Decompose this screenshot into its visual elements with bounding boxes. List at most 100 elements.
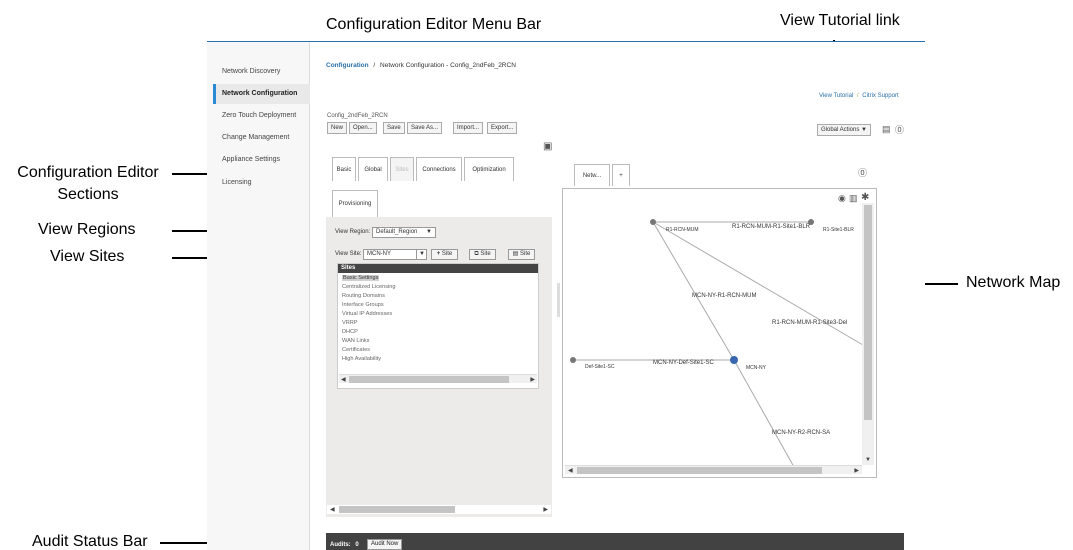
breadcrumb-configuration-link[interactable]: Configuration bbox=[326, 62, 369, 69]
clipboard-icon[interactable]: ▤ bbox=[882, 124, 891, 135]
map-link[interactable] bbox=[733, 359, 795, 468]
audit-label: Audits: 0 bbox=[330, 542, 359, 548]
import-button[interactable]: Import... bbox=[453, 122, 484, 134]
site-item-certificates[interactable]: Certificates bbox=[342, 347, 370, 353]
trash-icon: ▤ bbox=[512, 251, 519, 257]
help-separator: / bbox=[856, 93, 859, 99]
map-icon[interactable]: ▥ bbox=[849, 193, 858, 204]
map-link[interactable] bbox=[652, 221, 735, 361]
delete-site-button[interactable]: ▤ Site bbox=[508, 249, 535, 260]
editor-hscroll[interactable]: ◀ ▶ bbox=[327, 505, 551, 514]
map-node-primary[interactable] bbox=[730, 356, 738, 364]
tab-connections[interactable]: Connections bbox=[416, 157, 462, 181]
citrix-support-link[interactable]: Citrix Support bbox=[862, 93, 898, 99]
map-link-label: MCN-NY-Def-Site1-SC bbox=[653, 360, 714, 366]
add-map-tab-button[interactable]: + bbox=[612, 164, 630, 186]
map-node[interactable] bbox=[570, 357, 576, 363]
callout-sections: Configuration Editor Sections bbox=[8, 162, 168, 206]
site-item-wan-links[interactable]: WAN Links bbox=[342, 338, 369, 344]
global-actions-label: Global Actions bbox=[821, 127, 860, 133]
view-region-select[interactable]: Default_Region ▼ bbox=[372, 227, 436, 238]
map-link-label: MCN-NY-R2-RCN-SA bbox=[772, 430, 831, 436]
scroll-right-icon[interactable]: ▶ bbox=[854, 467, 859, 474]
chevron-down-icon: ▼ bbox=[416, 250, 425, 259]
clone-site-button[interactable]: ⧉ Site bbox=[469, 249, 496, 260]
gear-icon[interactable]: ✱ bbox=[861, 192, 869, 203]
audit-status-bar bbox=[326, 533, 904, 550]
breadcrumb-separator: / bbox=[373, 62, 376, 69]
scroll-left-icon[interactable]: ◀ bbox=[330, 506, 335, 513]
plus-icon: + bbox=[436, 251, 441, 257]
site-item-centralized-licensing[interactable]: Centralized Licensing bbox=[342, 284, 395, 290]
view-region-label: View Region: bbox=[335, 229, 371, 235]
callout-sites: View Sites bbox=[50, 248, 125, 265]
network-map[interactable]: R1-RCN-MUM R1-Site1-BLR Def-Site1-SC MCN… bbox=[562, 188, 877, 478]
scroll-left-icon[interactable]: ◀ bbox=[568, 467, 573, 474]
global-actions-dropdown[interactable]: Global Actions ▼ bbox=[817, 124, 871, 136]
copy-icon: ⧉ bbox=[474, 251, 479, 257]
callout-menu-bar: Configuration Editor Menu Bar bbox=[326, 16, 542, 33]
scroll-down-icon[interactable]: ▼ bbox=[865, 457, 871, 463]
delete-site-label: Site bbox=[520, 251, 531, 257]
sites-panel: Sites Basic Settings Centralized Licensi… bbox=[337, 263, 539, 389]
panel-splitter[interactable] bbox=[557, 283, 560, 317]
chevron-down-icon: ▼ bbox=[861, 127, 867, 133]
chevron-down-icon: ▼ bbox=[426, 229, 432, 235]
config-name: Config_2ndFeb_2RCN bbox=[327, 113, 388, 119]
site-item-vrrp[interactable]: VRRP bbox=[342, 320, 358, 326]
site-item-routing-domains[interactable]: Routing Domains bbox=[342, 293, 385, 299]
map-node[interactable] bbox=[650, 219, 656, 225]
site-item-high-availability[interactable]: High Availability bbox=[342, 356, 381, 362]
open-button[interactable]: Open... bbox=[349, 122, 377, 134]
scroll-left-icon[interactable]: ◀ bbox=[341, 376, 346, 383]
scroll-right-icon[interactable]: ▶ bbox=[543, 506, 548, 513]
map-vscroll[interactable]: ▼ bbox=[862, 203, 874, 465]
tab-sites[interactable]: Sites bbox=[390, 157, 414, 181]
sidebar-item-licensing[interactable]: Licensing bbox=[213, 173, 310, 193]
site-item-dhcp[interactable]: DHCP bbox=[342, 329, 358, 335]
tab-network-map[interactable]: Netw... bbox=[574, 164, 610, 186]
tab-basic[interactable]: Basic bbox=[332, 157, 356, 181]
map-hscroll-thumb[interactable] bbox=[577, 467, 822, 474]
scroll-right-icon[interactable]: ▶ bbox=[530, 376, 535, 383]
add-site-button[interactable]: + Site bbox=[431, 249, 458, 260]
save-button[interactable]: Save bbox=[383, 122, 405, 134]
site-item-virtual-ip-addresses[interactable]: Virtual IP Addresses bbox=[342, 311, 392, 317]
sidebar-item-network-discovery[interactable]: Network Discovery bbox=[213, 62, 310, 82]
editor-hscroll-thumb[interactable] bbox=[339, 506, 455, 513]
view-site-select[interactable]: MCN-NY ▼ bbox=[363, 249, 427, 260]
tab-global[interactable]: Global bbox=[358, 157, 388, 181]
view-site-label: View Site: bbox=[335, 251, 362, 257]
map-vscroll-thumb[interactable] bbox=[864, 205, 872, 420]
callout-sections-line2: Sections bbox=[57, 186, 119, 203]
audit-label-text: Audits: bbox=[330, 542, 351, 548]
map-help-icon[interactable]: ⓪ bbox=[858, 166, 867, 179]
callout-network-map: Network Map bbox=[966, 274, 1061, 291]
sidebar-item-zero-touch-deployment[interactable]: Zero Touch Deployment bbox=[213, 106, 310, 126]
add-site-label: Site bbox=[441, 251, 453, 257]
view-tutorial-link[interactable]: View Tutorial bbox=[819, 93, 853, 99]
audit-now-button[interactable]: Audit Now bbox=[367, 539, 403, 550]
export-button[interactable]: Export... bbox=[487, 122, 518, 134]
sites-panel-hscroll[interactable]: ◀ ▶ bbox=[339, 374, 537, 383]
site-item-basic-settings[interactable]: Basic Settings bbox=[342, 275, 380, 281]
sidebar-item-change-management[interactable]: Change Management bbox=[213, 128, 310, 148]
new-button[interactable]: New bbox=[327, 122, 348, 134]
help-icon[interactable]: ⓪ bbox=[895, 123, 904, 136]
save-as-button[interactable]: Save As... bbox=[407, 122, 443, 134]
map-hscroll[interactable]: ◀ ▶ bbox=[565, 465, 862, 474]
map-link-label: R1-RCN-MUM-R1-Site1-BLR bbox=[732, 224, 811, 230]
map-link-label: MCN-NY-R1-RCN-MUM bbox=[692, 293, 757, 299]
sites-panel-header: Sites bbox=[338, 264, 538, 273]
callout-tutorial: View Tutorial link bbox=[780, 12, 900, 29]
save-view-icon[interactable]: ▣ bbox=[543, 141, 552, 152]
sites-panel-hscroll-thumb[interactable] bbox=[349, 376, 509, 383]
callout-regions: View Regions bbox=[38, 221, 136, 238]
site-item-interface-groups[interactable]: Interface Groups bbox=[342, 302, 384, 308]
eye-icon[interactable]: ◉ bbox=[838, 193, 846, 204]
map-link[interactable] bbox=[652, 221, 864, 346]
tab-provisioning[interactable]: Provisioning bbox=[332, 190, 378, 218]
tab-optimization[interactable]: Optimization bbox=[464, 157, 514, 181]
sidebar-item-appliance-settings[interactable]: Appliance Settings bbox=[213, 150, 310, 170]
sidebar-item-network-configuration[interactable]: Network Configuration bbox=[213, 84, 310, 104]
